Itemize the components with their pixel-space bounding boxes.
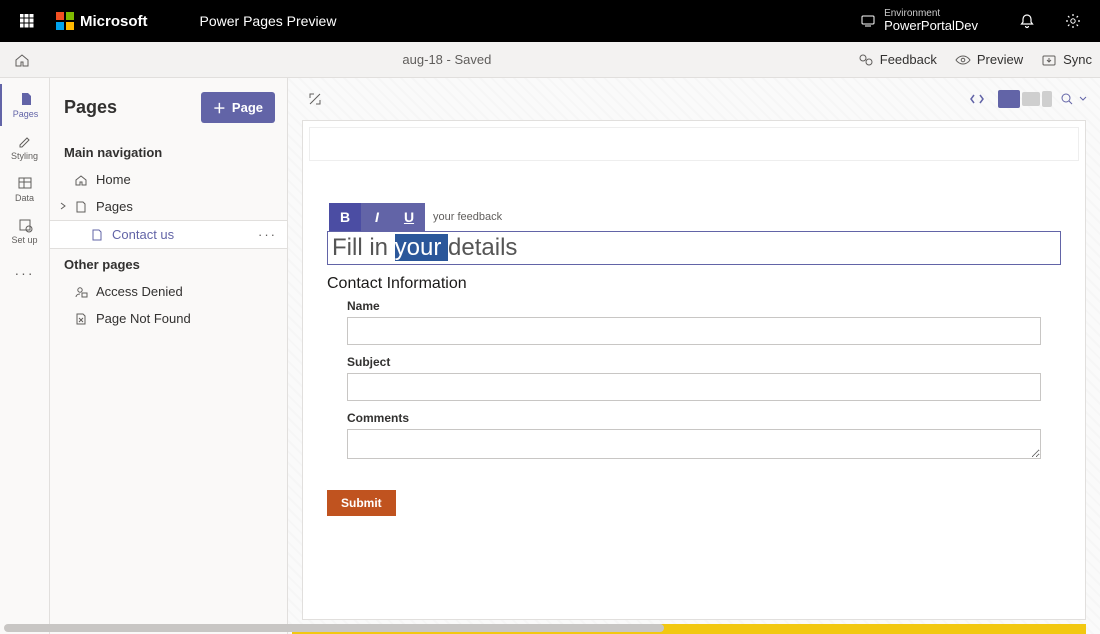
form-section-title: Contact Information — [327, 275, 1061, 293]
saved-suffix: - Saved — [443, 52, 491, 67]
sync-button[interactable]: Sync — [1041, 52, 1092, 68]
microsoft-logo: Microsoft — [56, 12, 148, 30]
italic-button[interactable]: I — [361, 203, 393, 231]
settings-icon[interactable] — [1056, 4, 1090, 38]
sync-label: Sync — [1063, 52, 1092, 67]
tree-item-home[interactable]: Home — [50, 166, 287, 193]
rail-label: Styling — [11, 151, 38, 161]
page-surface[interactable]: B I U your feedback Fill in your details… — [302, 120, 1086, 620]
page-icon — [74, 200, 88, 214]
page-missing-icon — [74, 312, 88, 326]
app-launcher-icon[interactable] — [10, 4, 44, 38]
tree-item-access-denied[interactable]: Access Denied — [50, 278, 287, 305]
heading-part: details — [448, 234, 517, 261]
canvas-toolbar — [964, 86, 1088, 112]
add-page-label: Page — [232, 100, 263, 115]
name-label: Name — [347, 299, 1041, 313]
toolbar-context-hint: your feedback — [425, 211, 510, 223]
rail-label: Pages — [13, 109, 39, 119]
app-title: Power Pages Preview — [200, 13, 337, 29]
tree-label: Pages — [96, 199, 133, 214]
command-bar: aug-18 - Saved Feedback Preview Sync — [0, 42, 1100, 78]
chevron-right-icon[interactable] — [58, 199, 68, 214]
environment-picker[interactable]: Environment PowerPortalDev — [860, 8, 978, 33]
rail-item-styling[interactable]: Styling — [0, 126, 50, 168]
subject-input[interactable] — [347, 373, 1041, 401]
heading-selection: your — [395, 234, 448, 261]
environment-name: PowerPortalDev — [884, 19, 978, 33]
zoom-control[interactable] — [1060, 92, 1088, 106]
rail-item-data[interactable]: Data — [0, 168, 50, 210]
rail-label: Data — [15, 193, 34, 203]
tree-label: Access Denied — [96, 284, 183, 299]
heading-edit-field[interactable]: Fill in your details — [327, 231, 1061, 265]
rail-item-more[interactable]: ··· — [0, 252, 50, 294]
rail-item-pages[interactable]: Pages — [0, 84, 50, 126]
environment-icon — [860, 13, 876, 29]
page-icon — [90, 228, 104, 242]
device-preview-group — [998, 90, 1052, 108]
submit-button[interactable]: Submit — [327, 490, 396, 516]
code-view-icon[interactable] — [964, 86, 990, 112]
device-phone-button[interactable] — [1042, 91, 1052, 107]
bold-button[interactable]: B — [329, 203, 361, 231]
feedback-button[interactable]: Feedback — [858, 52, 937, 68]
text-format-toolbar: B I U your feedback — [329, 203, 510, 231]
plus-icon: ＋ — [213, 98, 226, 117]
tree-item-page-not-found[interactable]: Page Not Found — [50, 305, 287, 332]
name-input[interactable] — [347, 317, 1041, 345]
tree-label: Home — [96, 172, 131, 187]
section-main-nav: Main navigation — [50, 137, 287, 166]
pages-panel-title: Pages — [64, 97, 117, 118]
home-breadcrumb-icon[interactable] — [8, 52, 36, 68]
rail-label: Set up — [11, 235, 37, 245]
subject-label: Subject — [347, 355, 1041, 369]
preview-label: Preview — [977, 52, 1023, 67]
tree-label: Page Not Found — [96, 311, 191, 326]
left-rail: Pages Styling Data Set up ··· — [0, 78, 50, 634]
brand-text: Microsoft — [80, 13, 148, 30]
device-tablet-button[interactable] — [1022, 92, 1040, 106]
global-topbar: Microsoft Power Pages Preview Environmen… — [0, 0, 1100, 42]
tree-item-pages[interactable]: Pages — [50, 193, 287, 220]
tree-item-contact-us[interactable]: Contact us ··· — [50, 220, 287, 249]
notifications-icon[interactable] — [1010, 4, 1044, 38]
expand-handle-icon[interactable] — [302, 86, 328, 112]
rail-item-setup[interactable]: Set up — [0, 210, 50, 252]
person-lock-icon — [74, 285, 88, 299]
preview-button[interactable]: Preview — [955, 52, 1023, 68]
chevron-down-icon — [1078, 94, 1088, 104]
home-icon — [74, 173, 88, 187]
feedback-label: Feedback — [880, 52, 937, 67]
zoom-icon — [1060, 92, 1074, 106]
add-page-button[interactable]: ＋ Page — [201, 92, 275, 123]
design-canvas: B I U your feedback Fill in your details… — [288, 78, 1100, 634]
tree-label: Contact us — [112, 227, 174, 242]
device-desktop-button[interactable] — [998, 90, 1020, 108]
heading-part: Fill in — [332, 234, 395, 261]
document-name: aug-18 — [402, 52, 442, 67]
pages-panel: Pages ＋ Page Main navigation Home Pages … — [50, 78, 288, 634]
comments-label: Comments — [347, 411, 1041, 425]
underline-button[interactable]: U — [393, 203, 425, 231]
comments-input[interactable] — [347, 429, 1041, 459]
document-status: aug-18 - Saved — [36, 52, 858, 67]
section-other-pages: Other pages — [50, 249, 287, 278]
horizontal-scrollbar[interactable] — [4, 624, 664, 632]
more-actions-icon[interactable]: ··· — [258, 227, 277, 242]
